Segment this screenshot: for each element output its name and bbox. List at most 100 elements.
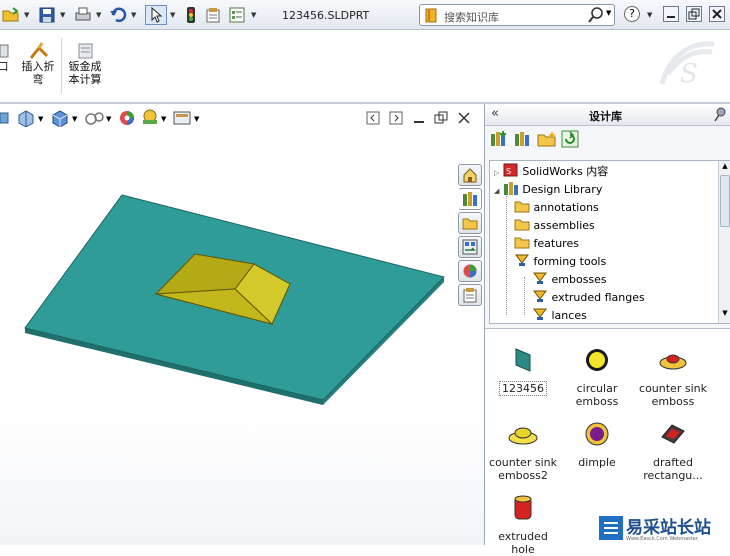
tab-appearances[interactable]: [458, 260, 482, 282]
tab-design-library[interactable]: [458, 188, 482, 210]
dimple-icon: [585, 422, 609, 446]
partial-tool-label[interactable]: 口: [0, 60, 10, 73]
add-to-library-icon[interactable]: [489, 130, 509, 148]
tab-file-explorer[interactable]: [458, 212, 482, 234]
options-dropdown-icon[interactable]: ▼: [251, 11, 256, 19]
undo-dropdown-icon[interactable]: ▼: [131, 11, 136, 19]
tree-item-solidworks-content[interactable]: ▷ S SolidWorks 内容: [494, 163, 608, 179]
print-dropdown-icon[interactable]: ▼: [96, 11, 101, 19]
watermark-logo-icon: [599, 516, 623, 540]
insert-bend-label: 插入折弯: [21, 60, 55, 86]
part-thumbnail-icon: [515, 348, 531, 372]
file-properties-icon[interactable]: [202, 5, 224, 25]
tree-item-design-library[interactable]: ◢ Design Library: [494, 181, 602, 196]
search-dropdown-icon[interactable]: ▼: [606, 9, 611, 17]
sheetmetal-cost-button[interactable]: 钣金成本计算: [64, 40, 106, 92]
add-file-location-icon[interactable]: [513, 130, 533, 148]
pin-icon[interactable]: [713, 107, 727, 123]
tree-item-assemblies[interactable]: assemblies: [514, 217, 595, 232]
library-tree: ▷ S SolidWorks 内容 ◢ Design Library annot…: [489, 160, 730, 324]
restore-icon[interactable]: [686, 6, 702, 22]
folder-icon: [462, 218, 478, 230]
scroll-up-icon[interactable]: ▲: [720, 162, 730, 172]
tree-item-label: Design Library: [522, 183, 603, 196]
folder-icon: [514, 219, 530, 231]
save-dropdown-icon[interactable]: ▼: [60, 11, 65, 19]
tree-item-extruded-flanges[interactable]: extruded flanges: [532, 289, 645, 304]
tree-item-label: annotations: [533, 201, 599, 214]
print-icon[interactable]: [72, 5, 94, 25]
forming-tool-icon: [533, 290, 547, 302]
tree-item-label: SolidWorks 内容: [522, 165, 609, 178]
tree-scrollbar[interactable]: ▲ ▼: [718, 161, 730, 323]
close-icon[interactable]: [709, 6, 725, 22]
rebuild-icon[interactable]: [180, 5, 202, 25]
scroll-thumb[interactable]: [720, 175, 730, 227]
appearances-icon: [463, 264, 477, 278]
tree-item-annotations[interactable]: annotations: [514, 199, 599, 214]
design-library-icon: [503, 182, 518, 195]
partial-tool-icon: [0, 44, 9, 58]
expand-icon[interactable]: ▷: [494, 169, 499, 177]
folder-icon: [514, 201, 530, 213]
collapse-panel-icon[interactable]: «: [491, 106, 499, 121]
search-icon[interactable]: [588, 7, 604, 23]
library-item-counter-sink-emboss2[interactable]: counter sink emboss2: [485, 419, 561, 482]
select-dropdown-icon[interactable]: ▼: [170, 11, 175, 19]
collapse-icon[interactable]: ◢: [494, 187, 499, 195]
library-item-drafted-rectangular[interactable]: drafted rectangu...: [635, 419, 711, 482]
tree-item-label: lances: [551, 309, 587, 322]
minimize-icon[interactable]: [663, 6, 679, 22]
scroll-down-icon[interactable]: ▼: [720, 309, 730, 319]
tree-item-embosses[interactable]: embosses: [532, 271, 607, 286]
ribbon-divider: [61, 38, 62, 93]
tree-item-label: assemblies: [533, 219, 595, 232]
tree-item-label: features: [533, 237, 579, 250]
sheetmetal-cost-label: 钣金成本计算: [68, 60, 102, 86]
design-library-panel: « 设计库 ▷ S SolidWorks 内容 ◢ Design Library…: [484, 104, 730, 556]
tree-item-features[interactable]: features: [514, 235, 579, 250]
task-pane-tabs: [456, 164, 484, 314]
part-model[interactable]: [0, 104, 460, 545]
tab-view-palette[interactable]: [458, 236, 482, 258]
view-palette-icon: [462, 239, 478, 255]
panel-title: 设计库: [589, 110, 622, 123]
library-item-circular-emboss[interactable]: circular emboss: [559, 345, 635, 408]
create-new-folder-icon[interactable]: [537, 130, 557, 148]
library-item-extruded-hole[interactable]: extruded hole: [485, 493, 561, 556]
tree-item-label: forming tools: [533, 255, 607, 268]
watermark-text: 易采站长站: [626, 518, 711, 538]
library-item-123456[interactable]: 123456: [485, 345, 561, 396]
tree-item-forming-tools[interactable]: forming tools: [514, 253, 606, 268]
library-item-dimple[interactable]: dimple: [559, 419, 635, 469]
search-input[interactable]: 搜索知识库 ▼: [419, 4, 615, 26]
library-item-label: drafted rectangu...: [643, 456, 703, 482]
open-file-icon[interactable]: [0, 5, 22, 25]
library-item-label: counter sink emboss: [639, 382, 707, 408]
tab-custom-properties[interactable]: [458, 284, 482, 306]
select-pointer-icon[interactable]: [145, 5, 167, 25]
help-dropdown-icon[interactable]: ▼: [647, 11, 652, 19]
forming-tool-icon: [533, 272, 547, 284]
tree-item-lances[interactable]: lances: [532, 307, 587, 322]
insert-bend-button[interactable]: 插入折弯: [18, 40, 58, 92]
search-placeholder: 搜索知识库: [444, 11, 499, 24]
tab-solidworks-resources[interactable]: [458, 164, 482, 186]
options-icon[interactable]: [226, 5, 248, 25]
library-item-label: dimple: [578, 456, 616, 469]
insert-bend-icon: [29, 42, 49, 59]
library-item-label: circular emboss: [575, 382, 619, 408]
home-icon: [463, 168, 477, 183]
tree-guide-line: [524, 277, 525, 315]
tree-item-label: extruded flanges: [551, 291, 645, 304]
library-item-label: extruded hole: [498, 530, 548, 556]
library-item-counter-sink-emboss[interactable]: counter sink emboss: [635, 345, 711, 408]
save-icon[interactable]: [36, 5, 58, 25]
undo-icon[interactable]: [107, 5, 129, 25]
extruded-hole-icon: [514, 495, 532, 520]
open-dropdown-icon[interactable]: ▼: [24, 11, 29, 19]
tree-guide-line: [506, 187, 507, 315]
graphics-area[interactable]: ▼ ▼ ▼ ▼ ▼: [0, 104, 484, 545]
refresh-icon[interactable]: [561, 130, 579, 148]
help-icon[interactable]: ?: [624, 6, 640, 22]
